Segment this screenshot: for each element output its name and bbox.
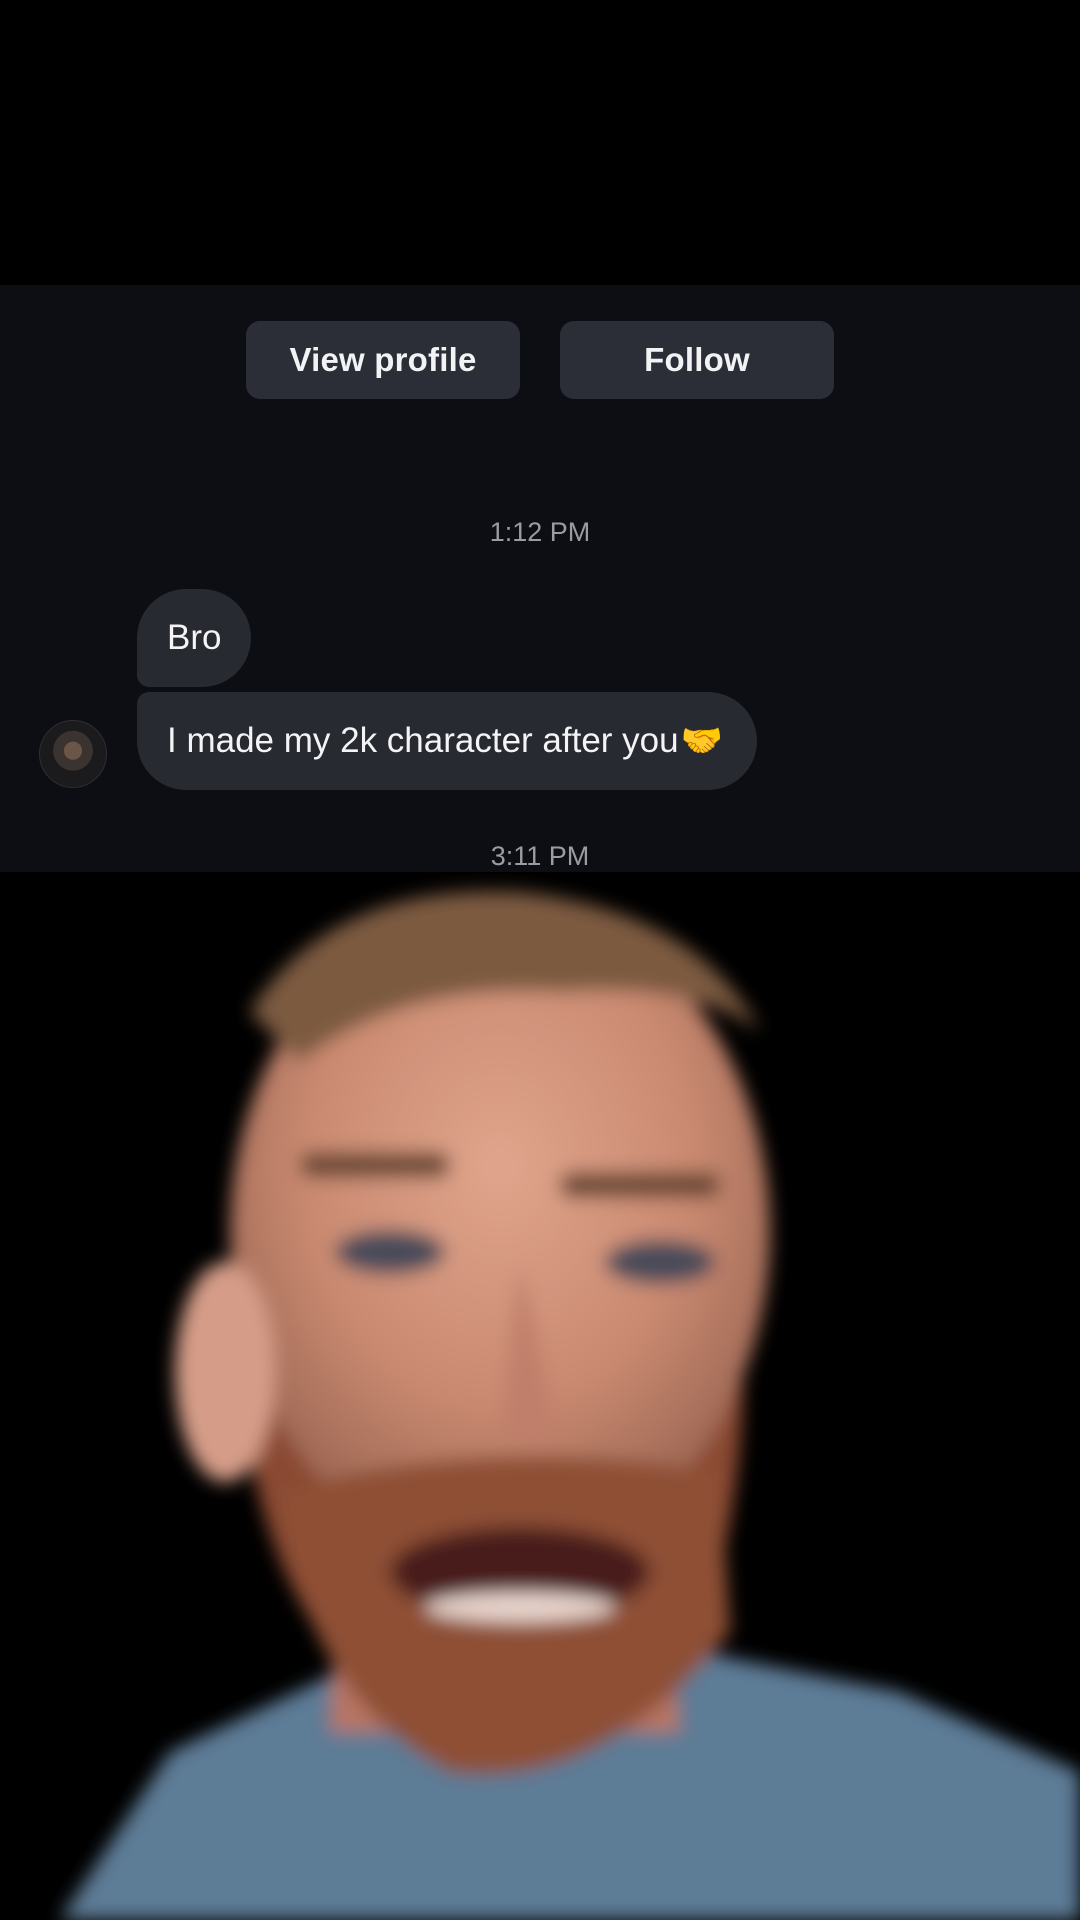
screen: View profile Follow 1:12 PM Bro I made m… xyxy=(0,0,1080,1920)
person-face-image xyxy=(60,891,1080,1920)
view-profile-button[interactable]: View profile xyxy=(246,321,520,399)
message-bubble[interactable]: I made my 2k character after you 🤝 xyxy=(137,692,757,790)
follow-button[interactable]: Follow xyxy=(560,321,834,399)
handshake-emoji: 🤝 xyxy=(680,722,723,760)
message-timestamp: 3:11 PM xyxy=(490,841,590,871)
message-text: Bro xyxy=(167,618,222,657)
message-timestamp: 1:12 PM xyxy=(489,517,591,547)
avatar[interactable] xyxy=(39,720,107,788)
message-bubble[interactable]: Bro xyxy=(137,589,252,687)
message-text: I made my 2k character after you xyxy=(167,721,679,760)
profile-actions: View profile Follow xyxy=(0,321,1080,399)
dm-conversation-panel: View profile Follow 1:12 PM Bro I made m… xyxy=(0,285,1080,872)
reaction-video xyxy=(0,872,1080,1920)
